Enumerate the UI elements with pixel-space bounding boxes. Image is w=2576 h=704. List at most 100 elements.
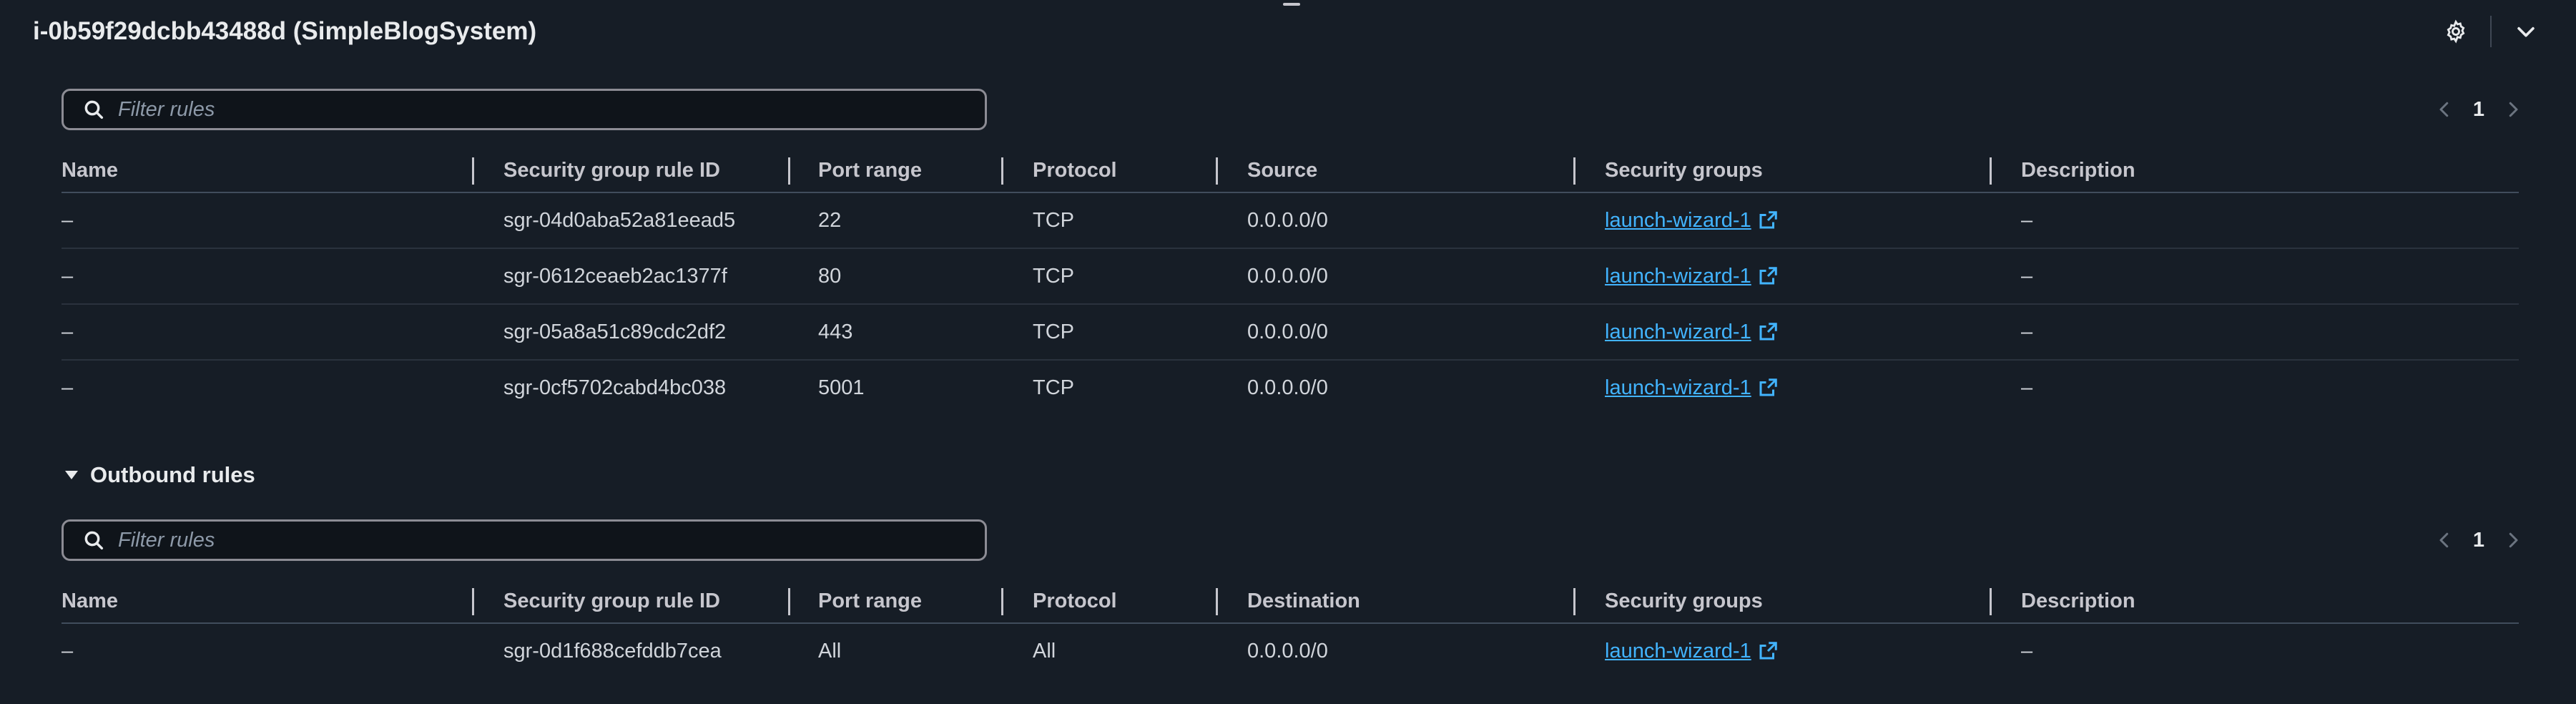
next-page-button[interactable] — [2499, 95, 2527, 124]
outbound-rules-table: Name Security group rule ID Port range P… — [62, 580, 2519, 678]
external-link-icon — [1759, 323, 1777, 341]
column-header-name[interactable]: Name — [62, 580, 118, 622]
column-header-port-range[interactable]: Port range — [818, 580, 922, 622]
outbound-filter-input[interactable] — [117, 527, 985, 553]
settings-button[interactable] — [2437, 13, 2474, 50]
column-header-security-groups[interactable]: Security groups — [1605, 149, 1763, 192]
column-header-name[interactable]: Name — [62, 149, 118, 192]
security-group-link[interactable]: launch-wizard-1 — [1605, 640, 1779, 663]
table-row[interactable]: – sgr-04d0aba52a81eead5 22 TCP 0.0.0.0/0… — [62, 193, 2519, 249]
cell-protocol: TCP — [1033, 208, 1074, 232]
column-resizer[interactable] — [1573, 588, 1575, 615]
cell-security-group: launch-wizard-1 — [1605, 624, 1779, 678]
chevron-down-icon — [2517, 26, 2535, 37]
panel-resize-handle[interactable] — [1283, 3, 1300, 6]
column-header-rule-id[interactable]: Security group rule ID — [503, 149, 720, 192]
external-link-icon — [1759, 267, 1777, 285]
cell-port-range: 22 — [818, 208, 842, 232]
cell-security-group: launch-wizard-1 — [1605, 361, 1779, 415]
inbound-filter-input[interactable] — [117, 97, 985, 122]
current-page[interactable]: 1 — [2459, 529, 2499, 552]
chevron-left-icon — [2439, 532, 2449, 548]
cell-source: 0.0.0.0/0 — [1247, 320, 1328, 343]
outbound-pagination: 1 — [2430, 519, 2527, 561]
chevron-right-icon — [2509, 102, 2518, 117]
cell-description: – — [2021, 264, 2033, 288]
security-group-link[interactable]: launch-wizard-1 — [1605, 321, 1779, 344]
cell-protocol: TCP — [1033, 264, 1074, 288]
table-row[interactable]: – sgr-0cf5702cabd4bc038 5001 TCP 0.0.0.0… — [62, 361, 2519, 415]
external-link-icon — [1759, 642, 1777, 660]
gear-icon — [2447, 19, 2465, 44]
chevron-left-icon — [2439, 102, 2449, 117]
cell-description: – — [2021, 208, 2033, 232]
cell-description: – — [2021, 320, 2033, 343]
cell-name: – — [62, 639, 74, 663]
table-row[interactable]: – sgr-0612ceaeb2ac1377f 80 TCP 0.0.0.0/0… — [62, 249, 2519, 305]
column-resizer[interactable] — [788, 157, 790, 185]
collapse-panel-button[interactable] — [2507, 13, 2545, 50]
column-header-protocol[interactable]: Protocol — [1033, 149, 1117, 192]
table-row[interactable]: – sgr-0d1f688cefddb7cea All All 0.0.0.0/… — [62, 624, 2519, 678]
table-header: Name Security group rule ID Port range P… — [62, 580, 2519, 624]
column-header-security-groups[interactable]: Security groups — [1605, 580, 1763, 622]
column-header-source[interactable]: Source — [1247, 149, 1317, 192]
previous-page-button[interactable] — [2430, 526, 2459, 554]
column-header-description[interactable]: Description — [2021, 580, 2135, 622]
cell-description: – — [2021, 376, 2033, 399]
cell-port-range: 5001 — [818, 376, 865, 399]
column-resizer[interactable] — [1573, 157, 1575, 185]
column-resizer[interactable] — [1990, 157, 1992, 185]
external-link-icon — [1759, 211, 1777, 229]
outbound-filter[interactable] — [62, 519, 987, 561]
table-row[interactable]: – sgr-05a8a51c89cdc2df2 443 TCP 0.0.0.0/… — [62, 305, 2519, 361]
column-header-destination[interactable]: Destination — [1247, 580, 1360, 622]
cell-source: 0.0.0.0/0 — [1247, 376, 1328, 399]
security-group-link-label: launch-wizard-1 — [1605, 320, 1751, 343]
cell-protocol: TCP — [1033, 320, 1074, 343]
search-icon — [79, 95, 108, 124]
current-page[interactable]: 1 — [2459, 98, 2499, 122]
column-resizer[interactable] — [788, 588, 790, 615]
column-resizer[interactable] — [1001, 588, 1003, 615]
cell-source: 0.0.0.0/0 — [1247, 208, 1328, 232]
security-group-link[interactable]: launch-wizard-1 — [1605, 209, 1779, 233]
section-heading: Outbound rules — [90, 462, 255, 487]
cell-security-group: launch-wizard-1 — [1605, 249, 1779, 303]
security-group-link-label: launch-wizard-1 — [1605, 208, 1751, 232]
header-actions — [2437, 13, 2545, 50]
cell-destination: 0.0.0.0/0 — [1247, 639, 1328, 663]
header-divider — [2490, 16, 2492, 47]
cell-protocol: All — [1033, 639, 1056, 663]
cell-rule-id: sgr-0cf5702cabd4bc038 — [503, 376, 727, 399]
column-resizer[interactable] — [1001, 157, 1003, 185]
cell-rule-id: sgr-0612ceaeb2ac1377f — [503, 264, 727, 288]
previous-page-button[interactable] — [2430, 95, 2459, 124]
outbound-rules-toggle[interactable]: Outbound rules — [62, 458, 255, 492]
instance-security-panel: i-0b59f29dcbb43488d (SimpleBlogSystem) 1 — [0, 0, 2576, 704]
column-resizer[interactable] — [472, 588, 474, 615]
column-header-port-range[interactable]: Port range — [818, 149, 922, 192]
column-header-description[interactable]: Description — [2021, 149, 2135, 192]
security-group-link[interactable]: launch-wizard-1 — [1605, 265, 1779, 288]
cell-name: – — [62, 264, 74, 288]
caret-down-icon — [62, 465, 82, 485]
column-header-protocol[interactable]: Protocol — [1033, 580, 1117, 622]
column-resizer[interactable] — [1990, 588, 1992, 615]
cell-name: – — [62, 208, 74, 232]
external-link-icon — [1759, 378, 1777, 396]
column-resizer[interactable] — [472, 157, 474, 185]
security-group-link[interactable]: launch-wizard-1 — [1605, 376, 1779, 400]
chevron-right-icon — [2509, 532, 2518, 548]
table-header: Name Security group rule ID Port range P… — [62, 149, 2519, 193]
cell-rule-id: sgr-0d1f688cefddb7cea — [503, 639, 722, 663]
column-resizer[interactable] — [1216, 588, 1218, 615]
inbound-filter[interactable] — [62, 89, 987, 130]
next-page-button[interactable] — [2499, 526, 2527, 554]
cell-port-range: 443 — [818, 320, 853, 343]
cell-protocol: TCP — [1033, 376, 1074, 399]
column-header-rule-id[interactable]: Security group rule ID — [503, 580, 720, 622]
cell-name: – — [62, 376, 74, 399]
security-group-link-label: launch-wizard-1 — [1605, 264, 1751, 288]
column-resizer[interactable] — [1216, 157, 1218, 185]
